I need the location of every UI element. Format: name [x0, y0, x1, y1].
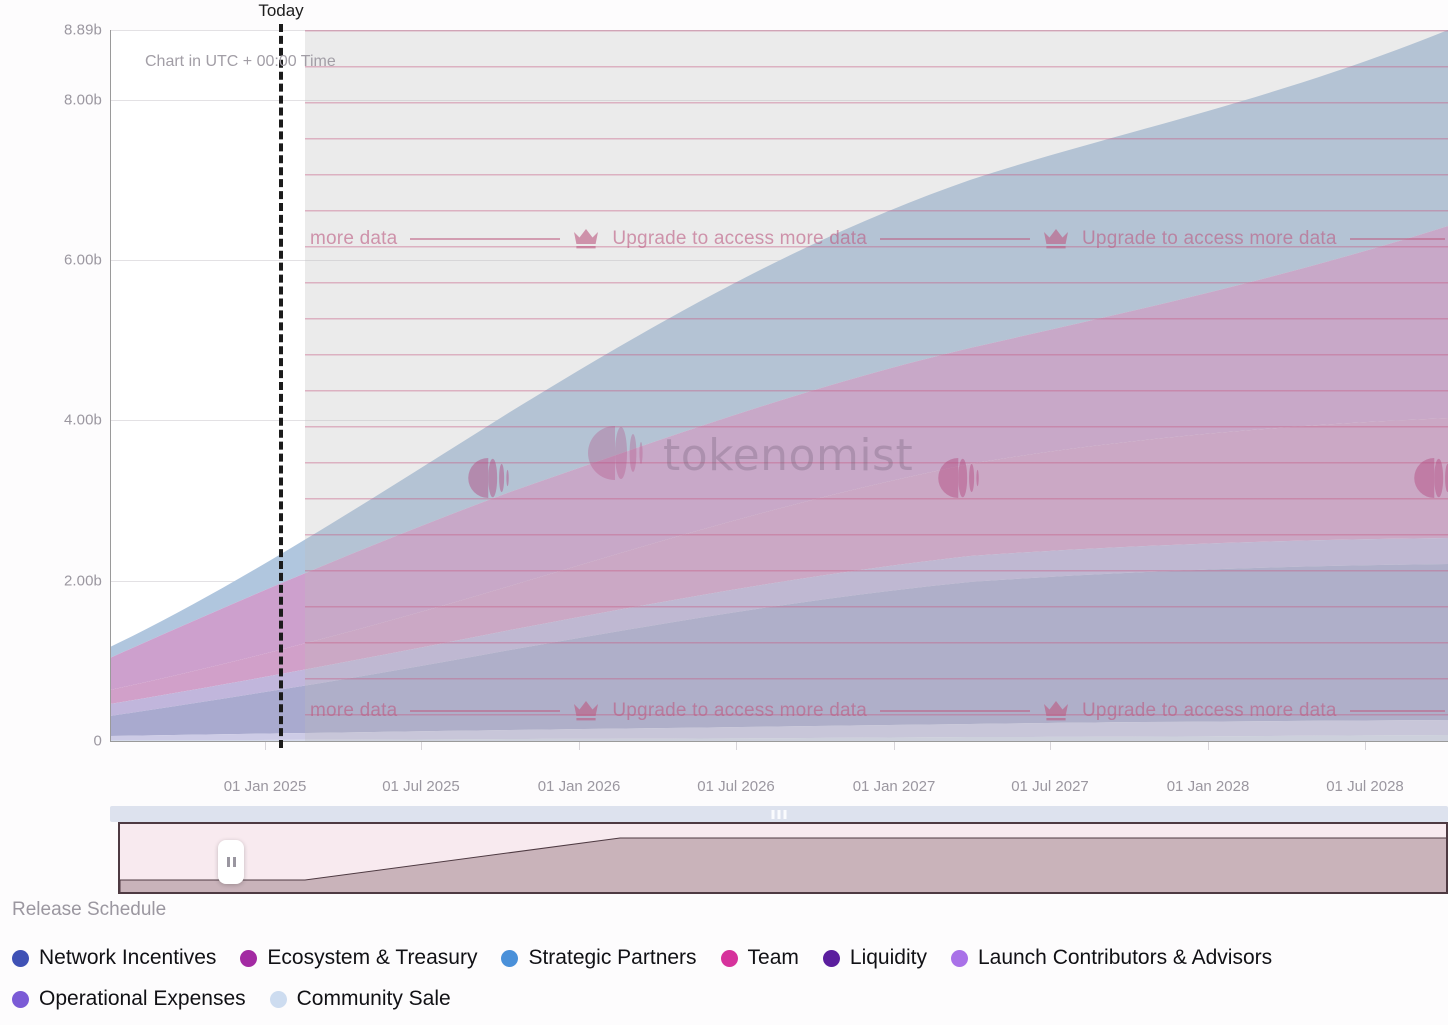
legend-item-label: Community Sale	[296, 987, 451, 1010]
y-tick-label: 0	[93, 732, 102, 750]
y-axis	[110, 30, 111, 742]
legend-item-label: Operational Expenses	[39, 987, 246, 1010]
range-handle-left[interactable]	[218, 840, 244, 884]
x-tick-mark	[894, 742, 895, 750]
range-selector[interactable]	[110, 806, 1448, 894]
range-preview-area	[120, 837, 1446, 892]
chart-footer-title: Release Schedule	[12, 899, 167, 920]
legend-item-launch-contributors-advisors[interactable]: Launch Contributors & Advisors	[950, 946, 1273, 970]
x-axis	[110, 741, 1448, 742]
y-tick-label: 4.00b	[63, 411, 102, 429]
range-preview-track[interactable]	[118, 822, 1448, 894]
legend-item-network-incentives[interactable]: Network Incentives	[12, 946, 216, 970]
legend-color-swatch	[950, 949, 968, 967]
y-tick-label: 2.00b	[63, 572, 102, 590]
legend-color-swatch	[720, 949, 738, 967]
x-tick-label-jan-2027: 01 Jan 2027	[852, 778, 936, 795]
x-tick-mark	[736, 742, 737, 750]
x-tick-mark	[1050, 742, 1051, 750]
x-tick-label-jul-2027: 01 Jul 2027	[1011, 778, 1089, 795]
range-grip-icon[interactable]	[771, 810, 787, 819]
x-tick-label-jul-2026: 01 Jul 2026	[697, 778, 775, 795]
legend-item-liquidity[interactable]: Liquidity	[822, 946, 927, 970]
x-tick-mark	[1208, 742, 1209, 750]
legend-item-operational-expenses[interactable]: Operational Expenses	[12, 987, 246, 1011]
y-tick-label: 8.00b	[63, 91, 102, 109]
legend-item-label: Team	[747, 946, 799, 969]
y-tick-label: 8.89b	[63, 21, 102, 39]
x-tick-mark	[1365, 742, 1366, 750]
x-tick-mark	[421, 742, 422, 750]
today-marker-line	[279, 24, 283, 748]
legend-item-label: Liquidity	[849, 946, 927, 969]
legend: Network Incentives Ecosystem & Treasury …	[12, 946, 1432, 1011]
range-scroll-bar[interactable]	[110, 806, 1448, 822]
legend-color-swatch	[822, 949, 840, 967]
x-tick-label-jan-2026: 01 Jan 2026	[537, 778, 621, 795]
today-marker-label: Today	[258, 1, 304, 20]
y-tick-label: 6.00b	[63, 251, 102, 269]
timezone-note: Chart in UTC + 00:00 Time	[145, 53, 336, 70]
x-tick-label-jul-2025: 01 Jul 2025	[382, 778, 460, 795]
legend-item-team[interactable]: Team	[720, 946, 799, 970]
legend-item-label: Launch Contributors & Advisors	[977, 946, 1273, 969]
paywall-locked-region[interactable]	[305, 30, 1448, 742]
legend-color-swatch	[12, 949, 29, 967]
x-tick-mark	[265, 742, 266, 750]
legend-color-swatch	[12, 990, 29, 1008]
legend-color-swatch	[269, 990, 287, 1008]
legend-item-strategic-partners[interactable]: Strategic Partners	[501, 946, 697, 970]
x-tick-label-jan-2025: 01 Jan 2025	[223, 778, 307, 795]
x-tick-label-jul-2028: 01 Jul 2028	[1326, 778, 1404, 795]
legend-color-swatch	[501, 949, 519, 967]
range-preview-chart	[120, 837, 1446, 892]
x-tick-label-jan-2028: 01 Jan 2028	[1166, 778, 1250, 795]
legend-item-ecosystem-treasury[interactable]: Ecosystem & Treasury	[240, 946, 477, 970]
paywall-stripes	[305, 30, 1448, 742]
legend-item-label: Strategic Partners	[528, 946, 697, 969]
legend-item-label: Ecosystem & Treasury	[267, 946, 478, 969]
legend-item-label: Network Incentives	[39, 946, 217, 969]
release-schedule-chart: more data Upgrade to access more data Up…	[0, 0, 1448, 1025]
legend-item-community-sale[interactable]: Community Sale	[269, 987, 451, 1011]
legend-color-swatch	[240, 949, 258, 967]
x-tick-mark	[579, 742, 580, 750]
